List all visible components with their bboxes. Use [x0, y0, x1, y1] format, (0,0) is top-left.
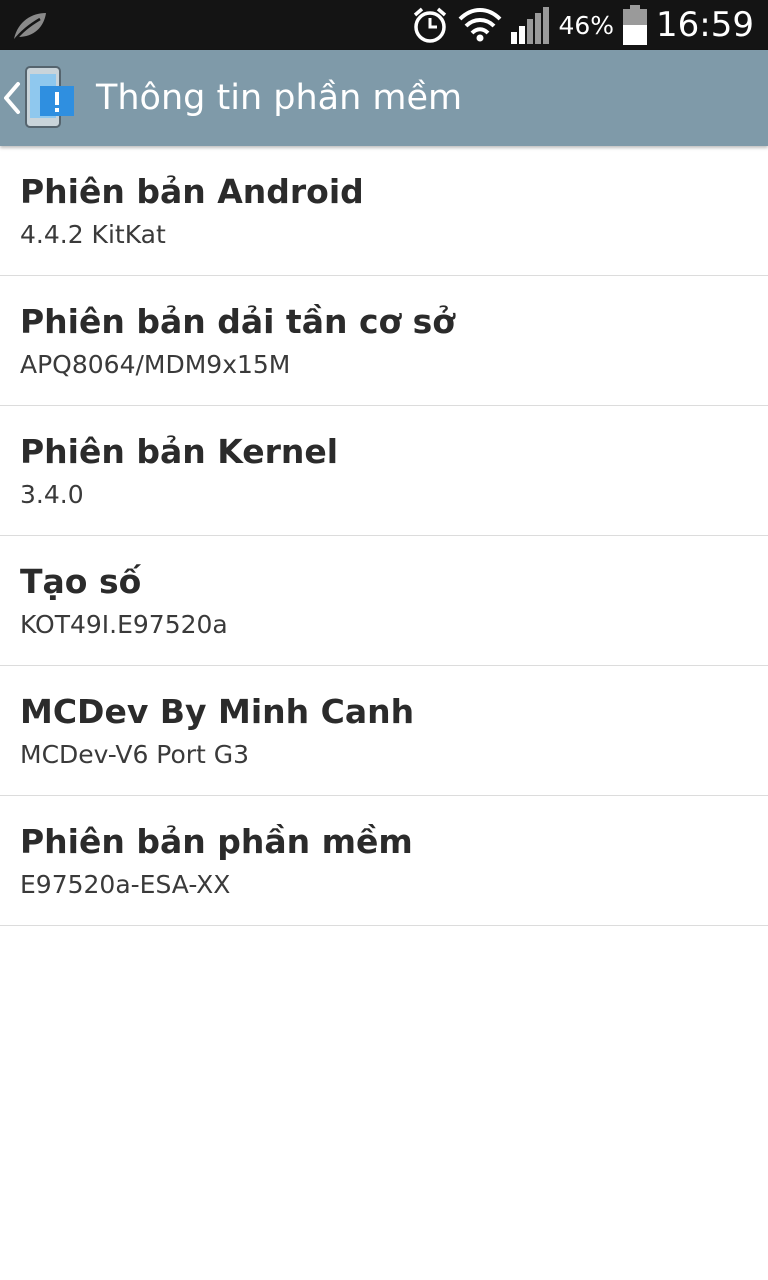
list-item-kernel-version[interactable]: Phiên bản Kernel 3.4.0: [0, 406, 768, 536]
item-value: 3.4.0: [20, 480, 84, 509]
item-value: 4.4.2 KitKat: [20, 220, 166, 249]
item-value: APQ8064/MDM9x15M: [20, 350, 291, 379]
battery-icon: [623, 5, 648, 45]
item-title: Phiên bản phần mềm: [20, 822, 413, 861]
item-title: MCDev By Minh Canh: [20, 692, 415, 731]
list-item-build-number[interactable]: Tạo số KOT49I.E97520a: [0, 536, 768, 666]
battery-percent: 46%: [558, 10, 615, 40]
item-value: MCDev-V6 Port G3: [20, 740, 250, 769]
status-clock: 16:59: [656, 5, 754, 45]
item-value: KOT49I.E97520a: [20, 610, 228, 639]
status-icons: 46% 16:59: [402, 0, 754, 50]
list-item-android-version[interactable]: Phiên bản Android 4.4.2 KitKat: [0, 146, 768, 276]
item-title: Phiên bản Android: [20, 172, 364, 211]
wifi-icon: [459, 8, 502, 42]
list-item-software-version[interactable]: Phiên bản phần mềm E97520a-ESA-XX: [0, 796, 768, 926]
software-info-list: Phiên bản Android 4.4.2 KitKat Phiên bản…: [0, 146, 768, 926]
leaf-icon: [13, 13, 46, 42]
item-title: Phiên bản dải tần cơ sở: [20, 302, 455, 341]
action-bar: Thông tin phần mềm: [0, 50, 768, 146]
item-value: E97520a-ESA-XX: [20, 870, 231, 899]
status-bar: 46% 16:59: [0, 0, 768, 50]
screen-title: Thông tin phần mềm: [96, 78, 463, 118]
list-item-baseband-version[interactable]: Phiên bản dải tần cơ sở APQ8064/MDM9x15M: [0, 276, 768, 406]
alarm-icon: [414, 7, 447, 43]
signal-icon: [511, 7, 550, 44]
software-info-icon[interactable]: [16, 66, 90, 130]
list-item-mcdev[interactable]: MCDev By Minh Canh MCDev-V6 Port G3: [0, 666, 768, 796]
item-title: Tạo số: [20, 562, 142, 601]
item-title: Phiên bản Kernel: [20, 432, 339, 471]
